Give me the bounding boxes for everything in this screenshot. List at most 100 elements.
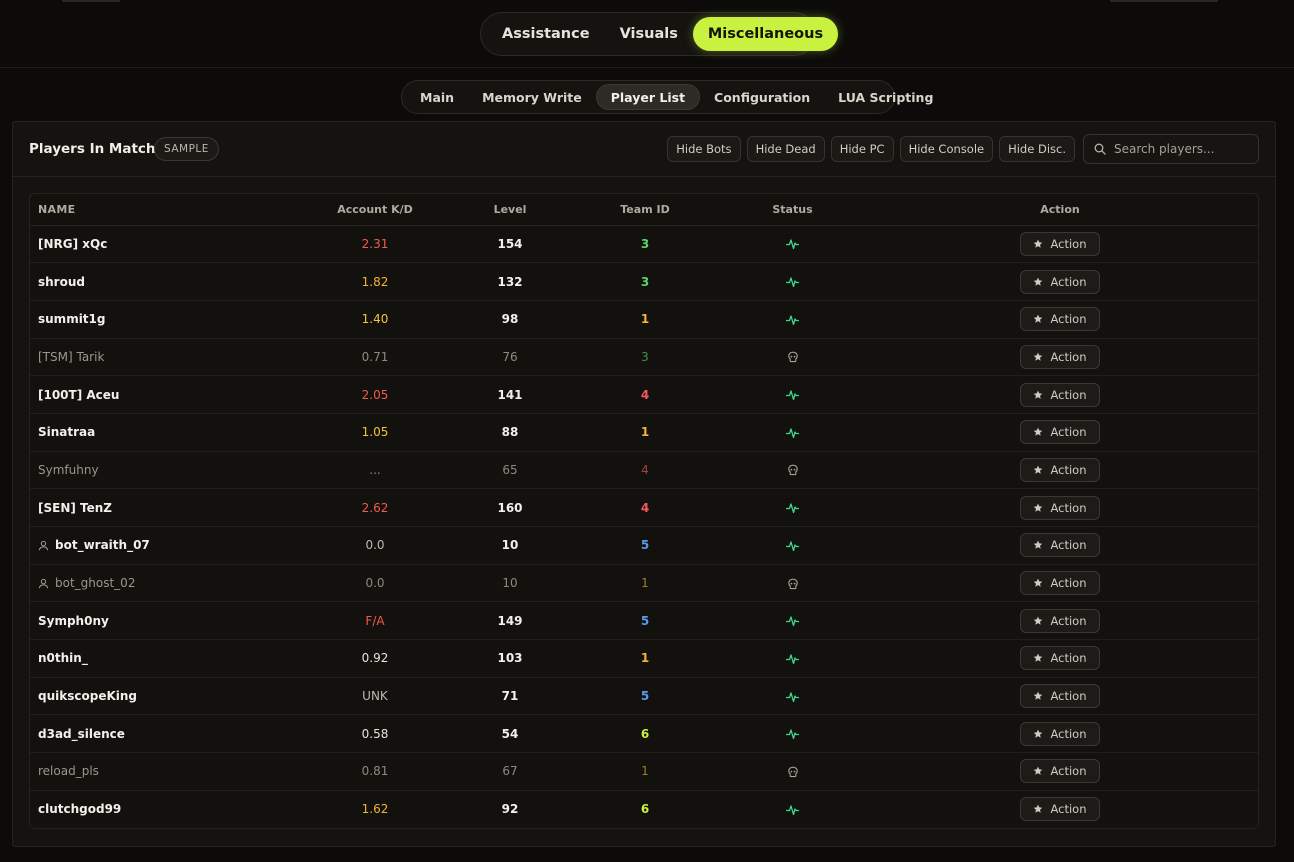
action-button[interactable]: Action xyxy=(1020,797,1100,822)
hide-console-button[interactable]: Hide Console xyxy=(899,136,994,162)
pulse-icon xyxy=(785,390,800,401)
player-team: 1 xyxy=(565,639,725,678)
player-name-text: bot_ghost_02 xyxy=(55,576,136,591)
column-header-status[interactable]: Status xyxy=(725,194,860,226)
tab-miscellaneous[interactable]: Miscellaneous xyxy=(692,17,839,51)
action-button[interactable]: Action xyxy=(1020,457,1100,482)
star-icon xyxy=(1034,729,1043,738)
player-status xyxy=(725,677,860,716)
player-action-cell: Action xyxy=(860,262,1258,301)
player-action-cell: Action xyxy=(860,564,1258,603)
table-row[interactable]: summit1g 1.40 98 1 Action xyxy=(30,300,1258,339)
player-name-text: Sinatraa xyxy=(38,425,96,440)
action-button[interactable]: Action xyxy=(1020,231,1100,256)
player-name-text: reload_pls xyxy=(38,764,99,779)
table-row[interactable]: Sinatraa 1.05 88 1 Action xyxy=(30,413,1258,452)
player-name-text: quikscopeKing xyxy=(38,689,137,704)
table-row[interactable]: [100T] Aceu 2.05 141 4 Action xyxy=(30,375,1258,414)
action-button[interactable]: Action xyxy=(1020,684,1100,709)
pulse-icon xyxy=(785,541,800,551)
hide-dead-button[interactable]: Hide Dead xyxy=(746,136,825,162)
table-row[interactable]: d3ad_silence 0.58 54 6 Action xyxy=(30,714,1258,754)
player-kd: 1.82 xyxy=(295,262,455,301)
hide-disconnected-button[interactable]: Hide Disc. xyxy=(999,136,1075,162)
subtab-player-list[interactable]: Player List xyxy=(595,84,701,110)
column-header-kd[interactable]: Account K/D xyxy=(295,194,455,226)
action-button-label: Action xyxy=(1050,500,1087,515)
star-icon xyxy=(1034,616,1043,625)
player-action-cell: Action xyxy=(860,375,1258,414)
table-row[interactable]: clutchgod99 1.62 92 6 Action xyxy=(30,790,1258,828)
player-kd: ... xyxy=(295,451,455,490)
player-name-text: [TSM] Tarik xyxy=(38,349,105,364)
player-action-cell: Action xyxy=(860,639,1258,678)
table-row[interactable]: Symfuhny... 65 4 Action xyxy=(30,451,1258,490)
subtab-memory-write[interactable]: Memory Write xyxy=(468,84,596,110)
table-row[interactable]: [NRG] xQc 2.31 154 3 Action xyxy=(30,225,1258,264)
search-input[interactable] xyxy=(1114,142,1254,156)
player-action-cell: Action xyxy=(860,526,1258,565)
skull-icon xyxy=(787,578,798,589)
player-action-cell: Action xyxy=(860,338,1258,377)
subtab-main[interactable]: Main xyxy=(406,84,468,110)
action-button[interactable]: Action xyxy=(1020,533,1100,558)
table-row[interactable]: n0thin_ 0.92 103 1 Action xyxy=(30,639,1258,678)
player-action-cell: Action xyxy=(860,601,1258,641)
action-button[interactable]: Action xyxy=(1020,721,1100,746)
player-kd: 0.92 xyxy=(295,639,455,678)
player-team: 5 xyxy=(565,601,725,641)
player-name-text: n0thin_ xyxy=(38,651,88,666)
player-name-text: [SEN] TenZ xyxy=(38,500,113,515)
table-row[interactable]: Symph0ny F/A 149 5 Action xyxy=(30,601,1258,641)
action-button[interactable]: Action xyxy=(1020,608,1100,633)
player-team: 5 xyxy=(565,526,725,565)
table-row[interactable]: bot_ghost_02 0.0 10 1 Action xyxy=(30,564,1258,603)
action-button-label: Action xyxy=(1050,576,1087,591)
action-button[interactable]: Action xyxy=(1020,420,1100,445)
table-row[interactable]: shroud 1.82 132 3 Action xyxy=(30,262,1258,301)
action-button[interactable]: Action xyxy=(1020,646,1100,671)
player-name-text: shroud xyxy=(38,274,85,289)
action-button[interactable]: Action xyxy=(1020,759,1100,784)
action-button[interactable]: Action xyxy=(1020,307,1100,332)
table-row[interactable]: [SEN] TenZ 2.62 160 4 Action xyxy=(30,488,1258,527)
tab-visuals[interactable]: Visuals xyxy=(605,17,693,51)
player-action-cell: Action xyxy=(860,300,1258,339)
star-icon xyxy=(1034,767,1043,776)
table-row[interactable]: bot_wraith_07 0.0 10 5 Action xyxy=(30,526,1258,565)
player-name: [NRG] xQc xyxy=(30,225,295,264)
player-name-text: Symph0ny xyxy=(38,613,109,628)
hide-pc-button[interactable]: Hide PC xyxy=(830,136,894,162)
table-row[interactable]: [TSM] Tarik 0.71 76 3 Action xyxy=(30,338,1258,377)
top-edge-control-left xyxy=(62,0,120,2)
action-button[interactable]: Action xyxy=(1020,269,1100,294)
player-status xyxy=(725,526,860,565)
player-status xyxy=(725,488,860,527)
table-row[interactable]: quikscopeKing UNK 71 5 Action xyxy=(30,677,1258,716)
action-button[interactable]: Action xyxy=(1020,571,1100,596)
tab-assistance[interactable]: Assistance xyxy=(487,17,605,51)
player-name-text: d3ad_silence xyxy=(38,726,125,741)
search-box[interactable] xyxy=(1083,134,1259,164)
subtab-lua-scripting[interactable]: LUA Scripting xyxy=(824,84,947,110)
player-kd: 1.62 xyxy=(361,802,389,817)
column-header-name[interactable]: NAME xyxy=(30,194,295,226)
action-button-label: Action xyxy=(1050,651,1087,666)
table-row[interactable]: reload_pls 0.81 67 1 Action xyxy=(30,752,1258,791)
hide-bots-button[interactable]: Hide Bots xyxy=(667,136,741,162)
column-header-action: Action xyxy=(860,194,1258,226)
column-header-level[interactable]: Level xyxy=(455,194,565,226)
player-name: Symfuhny xyxy=(30,451,295,490)
player-status xyxy=(725,564,860,603)
player-name: Sinatraa xyxy=(30,413,295,452)
player-action-cell: Action xyxy=(860,413,1258,452)
pulse-icon xyxy=(785,691,800,702)
player-status xyxy=(725,338,860,377)
action-button[interactable]: Action xyxy=(1020,382,1100,407)
pulse-icon xyxy=(785,805,800,816)
subtab-configuration[interactable]: Configuration xyxy=(700,84,824,110)
action-button[interactable]: Action xyxy=(1020,344,1100,369)
action-button[interactable]: Action xyxy=(1020,495,1100,520)
player-name: bot_ghost_02 xyxy=(30,564,295,603)
column-header-team[interactable]: Team ID xyxy=(565,194,725,226)
